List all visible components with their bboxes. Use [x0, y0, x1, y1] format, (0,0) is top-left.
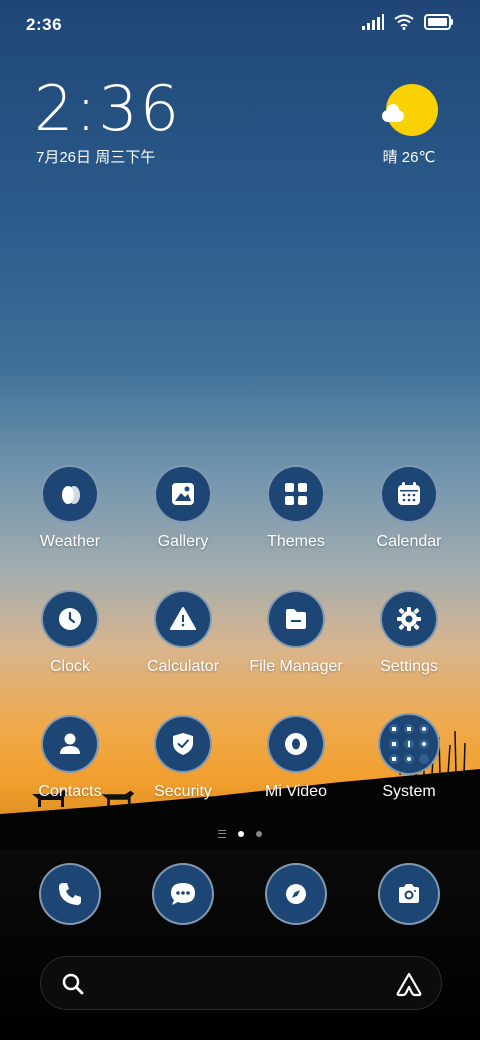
app-label: Mi Video	[265, 783, 327, 800]
weather-widget-text: 晴 26℃	[382, 149, 436, 166]
page-dot[interactable]	[256, 831, 262, 837]
video-icon	[285, 733, 307, 755]
search-bar[interactable]	[40, 956, 442, 1010]
person-icon	[60, 733, 80, 754]
warning-icon	[170, 607, 196, 630]
dock-messages[interactable]	[127, 863, 239, 925]
app-gallery[interactable]: Gallery	[127, 465, 239, 551]
app-label: Calendar	[376, 533, 442, 550]
page-indicator[interactable]	[0, 830, 480, 838]
app-label: Clock	[49, 658, 90, 675]
compass-icon	[286, 884, 306, 904]
app-security[interactable]: Security	[127, 715, 239, 801]
dock-phone[interactable]	[14, 863, 126, 925]
status-bar: 2:36	[0, 0, 480, 50]
app-label: Gallery	[157, 533, 209, 550]
folder-icon	[286, 609, 306, 629]
dock-camera[interactable]	[353, 863, 465, 925]
app-label: Security	[154, 783, 212, 800]
app-weather[interactable]: Weather	[14, 465, 126, 551]
calendar-icon	[398, 482, 420, 505]
battery-icon	[424, 14, 453, 30]
gallery-icon	[172, 483, 194, 505]
page-dot-active[interactable]	[238, 831, 244, 837]
app-label: Calculator	[146, 658, 220, 675]
app-label: Settings	[380, 658, 438, 675]
app-label: Weather	[39, 533, 101, 550]
dock-browser[interactable]	[240, 863, 352, 925]
app-system-folder[interactable]: System	[353, 713, 465, 801]
message-icon	[171, 883, 195, 905]
app-clock[interactable]: Clock	[14, 590, 126, 676]
shield-icon	[173, 733, 193, 755]
app-contacts[interactable]: Contacts	[14, 715, 126, 801]
search-icon[interactable]	[61, 972, 85, 996]
themes-icon	[285, 483, 307, 505]
app-calculator[interactable]: Calculator	[127, 590, 239, 676]
status-time: 2:36	[26, 15, 63, 34]
gear-icon	[397, 607, 421, 631]
app-calendar[interactable]: Calendar	[353, 465, 465, 551]
clock-widget-date[interactable]: 7月26日 周三下午	[36, 146, 155, 167]
weather-icon	[62, 486, 80, 504]
phone-icon	[59, 883, 81, 905]
app-file-manager[interactable]: File Manager	[240, 590, 352, 676]
app-label: File Manager	[249, 658, 343, 675]
app-mi-video[interactable]: Mi Video	[240, 715, 352, 801]
app-label: System	[382, 783, 436, 800]
sunny-cloud-icon	[382, 84, 438, 136]
app-settings[interactable]: Settings	[353, 590, 465, 676]
weather-widget[interactable]: 晴 26℃	[374, 84, 444, 167]
wifi-icon	[394, 14, 414, 30]
folder-grid-icon	[389, 724, 429, 764]
assistant-icon[interactable]	[395, 971, 423, 997]
app-label: Contacts	[38, 783, 102, 800]
signal-icon	[362, 14, 384, 30]
menu-icon[interactable]	[218, 830, 226, 838]
app-label: Themes	[267, 533, 325, 550]
clock-icon	[59, 608, 81, 630]
clock-widget-time[interactable]: 2:36	[34, 78, 181, 140]
app-themes[interactable]: Themes	[240, 465, 352, 551]
camera-icon	[399, 884, 419, 903]
